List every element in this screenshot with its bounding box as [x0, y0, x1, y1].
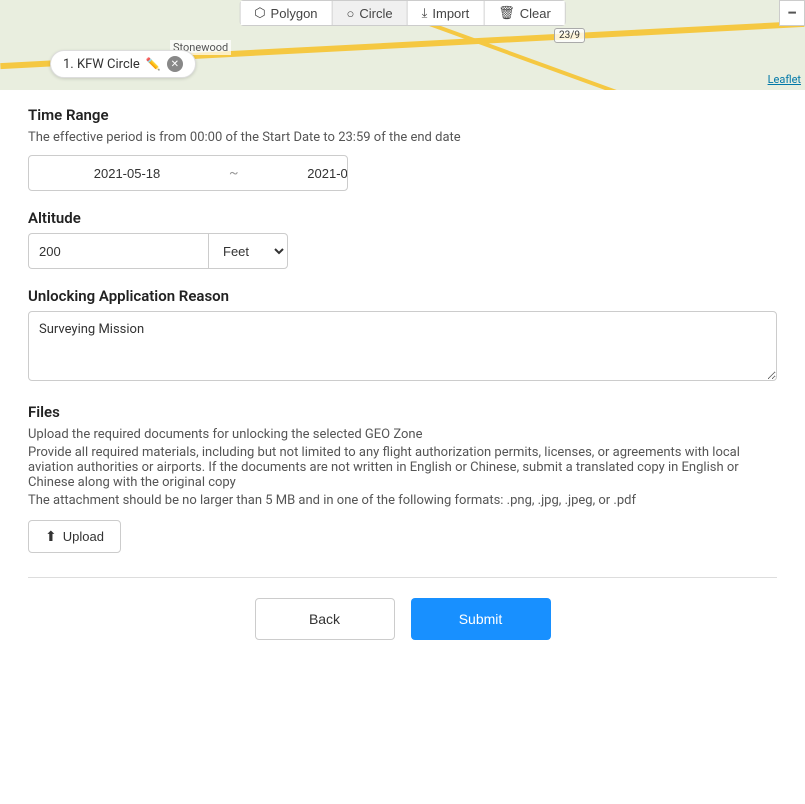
altitude-row: Feet Meters	[28, 233, 288, 269]
files-label: Files	[28, 403, 777, 421]
polygon-tool-button[interactable]: ⬡ Polygon	[240, 1, 332, 25]
altitude-section: Altitude Feet Meters	[28, 209, 777, 269]
time-range-section: Time Range The effective period is from …	[28, 106, 777, 191]
zone-badge: 1. KFW Circle ✏️ ✕	[50, 50, 196, 78]
end-date-input[interactable]	[243, 166, 348, 181]
circle-tool-button[interactable]: ○ Circle	[333, 1, 408, 25]
files-desc2: Provide all required materials, includin…	[28, 445, 777, 490]
files-desc1: Upload the required documents for unlock…	[28, 427, 777, 442]
reason-section: Unlocking Application Reason	[28, 287, 777, 385]
files-desc3: The attachment should be no larger than …	[28, 493, 777, 508]
altitude-input[interactable]	[28, 233, 208, 269]
back-button[interactable]: Back	[255, 598, 395, 640]
footer-buttons: Back Submit	[28, 598, 777, 670]
time-range-label: Time Range	[28, 106, 777, 124]
altitude-unit-select[interactable]: Feet Meters	[208, 233, 288, 269]
footer-divider	[28, 577, 777, 578]
reason-label: Unlocking Application Reason	[28, 287, 777, 305]
zone-badge-text: 1. KFW Circle	[63, 57, 140, 72]
clear-tool-button[interactable]: 🗑 Clear	[484, 1, 565, 25]
clear-icon: 🗑	[498, 5, 515, 21]
import-tool-button[interactable]: ⤓ Import	[408, 1, 485, 25]
remove-zone-button[interactable]: ✕	[167, 56, 183, 72]
upload-icon: ⬆	[45, 528, 57, 545]
map-container: ⬡ Polygon ○ Circle ⤓ Import 🗑 Clear − St…	[0, 0, 805, 90]
upload-button[interactable]: ⬆ Upload	[28, 520, 121, 553]
road-number-label: 23/9	[554, 28, 585, 43]
date-range-container: ~	[28, 155, 348, 191]
main-content: Time Range The effective period is from …	[0, 90, 805, 690]
polygon-icon: ⬡	[254, 5, 265, 21]
reason-textarea[interactable]	[28, 311, 777, 381]
edit-zone-icon[interactable]: ✏️	[146, 57, 161, 71]
zoom-out-button[interactable]: −	[779, 0, 805, 26]
altitude-label: Altitude	[28, 209, 777, 227]
import-icon: ⤓	[422, 5, 428, 21]
circle-icon: ○	[347, 6, 355, 21]
start-date-input[interactable]	[29, 166, 225, 181]
date-separator: ~	[225, 165, 243, 181]
files-section: Files Upload the required documents for …	[28, 403, 777, 553]
map-toolbar: ⬡ Polygon ○ Circle ⤓ Import 🗑 Clear	[239, 0, 566, 26]
time-range-subtext: The effective period is from 00:00 of th…	[28, 130, 777, 145]
leaflet-link[interactable]: Leaflet	[768, 73, 801, 86]
submit-button[interactable]: Submit	[411, 598, 551, 640]
